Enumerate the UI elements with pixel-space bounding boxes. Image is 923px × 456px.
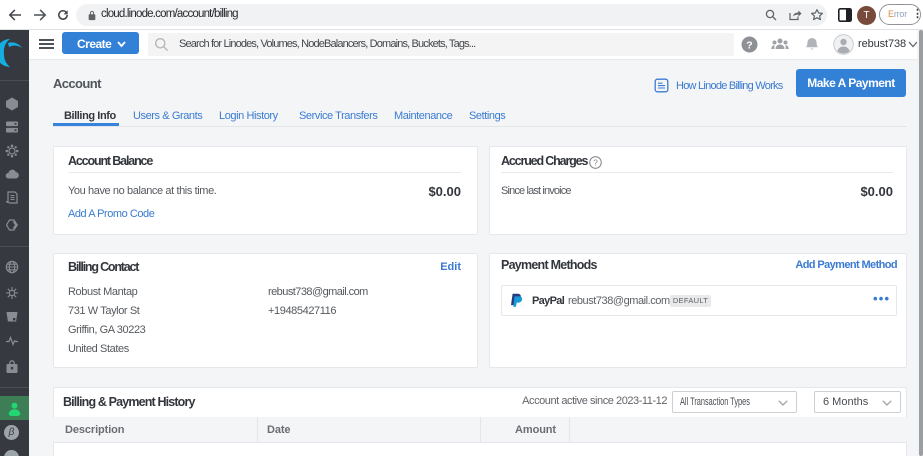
svg-text:?: ? <box>593 158 598 168</box>
svg-text:?: ? <box>746 39 752 51</box>
